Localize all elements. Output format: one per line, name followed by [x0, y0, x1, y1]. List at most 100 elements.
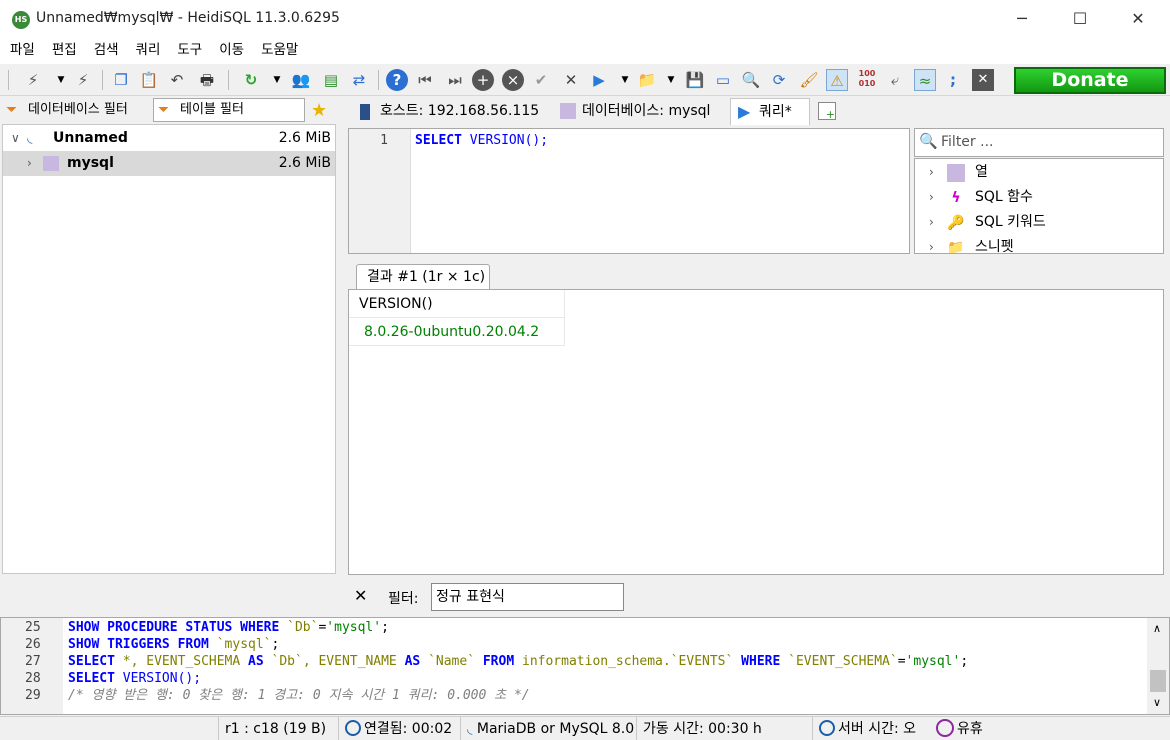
warning-toggle-icon[interactable]: ⚠	[826, 69, 848, 91]
first-record-icon[interactable]: ⏮	[414, 69, 436, 91]
undo-icon[interactable]: ↶	[166, 69, 188, 91]
status-uptime: 가동 시간: 00:30 h	[636, 717, 812, 740]
close-tab-icon[interactable]: ✕	[972, 69, 994, 91]
result-filter-row: ✕ 필터: 정규 표현식	[348, 580, 1164, 614]
result-cell[interactable]: 8.0.26-0ubuntu0.20.04.2	[349, 318, 565, 346]
connect-dropdown-icon[interactable]: ▼	[50, 69, 72, 91]
database-size: 2.6 MiB	[278, 155, 331, 171]
table-filter-input[interactable]: ⏷ 테이블 필터	[153, 98, 305, 122]
transfer-icon[interactable]: ⇄	[348, 69, 370, 91]
tab-host[interactable]: 호스트: 192.168.56.115	[352, 98, 552, 125]
helper-item-keywords[interactable]: › 🔑 SQL 키워드	[915, 210, 1141, 235]
menu-go[interactable]: 이동	[209, 38, 251, 62]
menu-help[interactable]: 도움말	[251, 38, 305, 62]
clear-brush-icon[interactable]: 🖌	[798, 69, 820, 91]
database-tree[interactable]: ∨ ◟ Unnamed 2.6 MiB › mysql 2.6 MiB	[2, 124, 336, 574]
menu-bar: 파일 편집 검색 쿼리 도구 이동 도움말	[0, 38, 1170, 64]
minimize-button[interactable]: ─	[994, 0, 1050, 38]
connect-plug-icon[interactable]: ⚡	[22, 69, 44, 91]
help-icon[interactable]: ?	[386, 69, 408, 91]
chevron-right-icon[interactable]: ›	[929, 235, 934, 253]
refresh-icon[interactable]: ↻	[240, 69, 262, 91]
paste-icon[interactable]: 📋	[138, 69, 160, 91]
save-as-icon[interactable]: ▭	[712, 69, 734, 91]
delete-record-icon[interactable]: ×	[502, 69, 524, 91]
refresh-dropdown-icon[interactable]: ▼	[266, 69, 288, 91]
menu-edit[interactable]: 편집	[42, 38, 84, 62]
save-icon[interactable]: 💾	[684, 69, 706, 91]
column-header[interactable]: VERSION()	[349, 290, 565, 318]
donate-button[interactable]: Donate	[1014, 67, 1166, 94]
print-icon[interactable]: 🖶	[196, 69, 218, 91]
sql-string: 'mysql'	[905, 654, 961, 669]
line-number: 1	[380, 133, 388, 148]
database-filter-input[interactable]: ⏷ 데이터베이스 필터	[2, 98, 152, 122]
sql-punct: ;	[960, 654, 969, 669]
tab-database[interactable]: 데이터베이스: mysql	[554, 98, 728, 125]
menu-tools[interactable]: 도구	[167, 38, 209, 62]
chevron-right-icon[interactable]: ›	[27, 151, 32, 176]
run-query-icon[interactable]: ▶	[588, 69, 610, 91]
close-filter-icon[interactable]: ✕	[354, 586, 367, 605]
regex-filter-input[interactable]: 정규 표현식	[431, 583, 624, 611]
scroll-thumb[interactable]	[1150, 670, 1166, 692]
close-window-button[interactable]: ✕	[1110, 0, 1166, 38]
new-query-tab-icon[interactable]: +	[818, 102, 836, 121]
tree-filter-bar: ⏷ 데이터베이스 필터 ⏷ 테이블 필터	[0, 96, 344, 124]
helper-list[interactable]: › 열 › ϟ SQL 함수 › 🔑 SQL 키워드 › 📁 스니펫 ∧ ∨	[914, 158, 1164, 254]
menu-query[interactable]: 쿼리	[126, 38, 168, 62]
editor-line[interactable]: SELECT VERSION();	[415, 133, 548, 148]
main-toolbar: ⚡ ▼ ⚡ ❐ 📋 ↶ 🖶 ↻ ▼ 👥 ▤ ⇄ ? ⏮ ⏭ + × ✔ ✕ ▶ …	[0, 64, 1170, 96]
log-line: SHOW PROCEDURE STATUS WHERE `Db`='mysql'…	[68, 619, 389, 636]
chevron-right-icon[interactable]: ›	[929, 185, 934, 210]
autocomplete-icon[interactable]: ≈	[914, 69, 936, 91]
favorite-star-icon[interactable]: ★	[311, 100, 327, 121]
add-record-icon[interactable]: +	[472, 69, 494, 91]
post-record-icon[interactable]: ✔	[530, 69, 552, 91]
run-dropdown-icon[interactable]: ▼	[614, 69, 636, 91]
open-folder-icon[interactable]: 📁	[636, 69, 658, 91]
tree-item-session[interactable]: ∨ ◟ Unnamed 2.6 MiB	[3, 126, 335, 151]
maintenance-icon[interactable]: ▤	[320, 69, 342, 91]
status-bar: r1 : c18 (19 B) 연결됨: 00:02 ◟ MariaDB or …	[0, 716, 1170, 740]
cancel-icon[interactable]: ✕	[560, 69, 582, 91]
menu-search[interactable]: 검색	[84, 38, 126, 62]
chevron-right-icon[interactable]: ›	[929, 210, 934, 235]
tab-query-label: 쿼리*	[759, 104, 792, 120]
replace-icon[interactable]: ⟳	[768, 69, 790, 91]
helper-filter-input[interactable]: 🔍 Filter ...	[914, 128, 1164, 157]
semicolon-icon[interactable]: ;	[942, 69, 964, 91]
sql-editor[interactable]: 1 SELECT VERSION();	[348, 128, 910, 254]
chevron-down-icon[interactable]: ∨	[11, 126, 20, 151]
chevron-right-icon[interactable]: ›	[929, 160, 934, 185]
sql-identifier: `mysql`	[216, 637, 272, 652]
binary-icon[interactable]: 100 010	[856, 69, 878, 91]
database-filter-label: 데이터베이스 필터	[28, 102, 128, 117]
last-record-icon[interactable]: ⏭	[444, 69, 466, 91]
key-icon: 🔑	[947, 215, 965, 231]
helper-item-functions[interactable]: › ϟ SQL 함수	[915, 185, 1141, 210]
scroll-up-icon[interactable]: ∧	[1153, 622, 1161, 635]
log-scrollbar[interactable]: ∧ ∨	[1147, 618, 1169, 714]
result-grid[interactable]: VERSION() 8.0.26-0ubuntu0.20.04.2	[348, 289, 1164, 575]
menu-file[interactable]: 파일	[0, 38, 42, 62]
helper-item-snippets[interactable]: › 📁 스니펫	[915, 235, 1141, 253]
open-dropdown-icon[interactable]: ▼	[660, 69, 682, 91]
sql-identifier: `Db`	[271, 654, 303, 669]
result-tab[interactable]: 결과 #1 (1r × 1c)	[356, 264, 490, 290]
helper-item-columns[interactable]: › 열	[915, 160, 1141, 185]
tree-item-database[interactable]: › mysql 2.6 MiB	[3, 151, 335, 176]
find-icon[interactable]: 🔍	[740, 69, 762, 91]
tab-database-label: 데이터베이스: mysql	[582, 103, 711, 119]
tab-query[interactable]: ▶ 쿼리*	[730, 98, 810, 125]
disconnect-plug-icon[interactable]: ⚡	[72, 69, 94, 91]
dolphin-icon: ◟	[27, 130, 33, 146]
scroll-down-icon[interactable]: ∨	[1153, 696, 1161, 709]
copy-icon[interactable]: ❐	[110, 69, 132, 91]
sql-log[interactable]: 25 26 27 28 29 SHOW PROCEDURE STATUS WHE…	[0, 617, 1170, 715]
word-wrap-icon[interactable]: ⤶	[884, 69, 906, 91]
maximize-button[interactable]: ☐	[1052, 0, 1108, 38]
server-icon	[360, 104, 370, 120]
sql-keyword: AS	[404, 654, 421, 669]
user-manager-icon[interactable]: 👥	[290, 69, 312, 91]
